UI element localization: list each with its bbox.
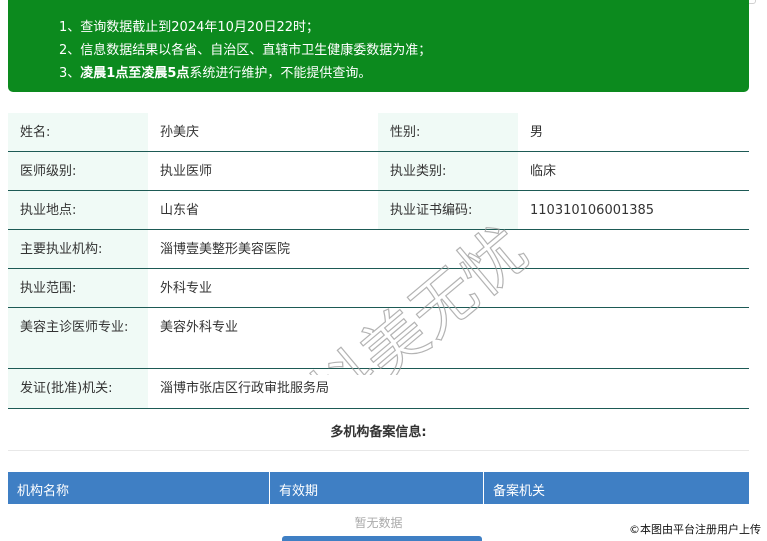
info-row-institution: 主要执业机构: 淄博壹美整形美容医院: [8, 230, 749, 269]
location-value: 山东省: [160, 203, 200, 218]
bottom-button[interactable]: [282, 536, 482, 541]
name-value: 孙美庆: [160, 125, 200, 140]
cosmetic-value: 美容外科专业: [160, 320, 239, 335]
multi-institution-title: 多机构备案信息:: [330, 425, 427, 440]
info-row-cosmetic: 美容主诊医师专业: 美容外科专业: [8, 308, 749, 369]
category-label: 执业类别:: [378, 152, 518, 190]
institution-value: 淄博壹美整形美容医院: [160, 242, 291, 257]
notice-banner: 1、查询数据截止到2024年10月20日22时； 2、信息数据结果以各省、自治区…: [8, 0, 749, 92]
copyright-notice: ©本图由平台注册用户上传: [627, 521, 763, 537]
cert-value: 110310106001385: [530, 203, 655, 218]
gender-label: 性别:: [378, 113, 518, 151]
issuer-value: 淄博市张店区行政审批服务局: [160, 381, 330, 396]
divider: [8, 450, 749, 451]
info-row-name: 姓名: 孙美庆 性别: 男: [8, 113, 749, 152]
multi-institution-table: 机构名称 有效期 备案机关 暂无数据: [8, 472, 749, 530]
level-label: 医师级别:: [8, 152, 148, 190]
scope-label: 执业范围:: [8, 269, 148, 307]
location-label: 执业地点:: [8, 191, 148, 229]
column-header-validity: 有效期: [270, 472, 484, 504]
info-row-level: 医师级别: 执业医师 执业类别: 临床: [8, 152, 749, 191]
category-value: 临床: [530, 164, 557, 179]
info-row-location: 执业地点: 山东省 执业证书编码: 110310106001385: [8, 191, 749, 230]
multi-table-header: 机构名称 有效期 备案机关: [8, 472, 749, 504]
column-header-authority: 备案机关: [493, 484, 546, 499]
doctor-info-table: 姓名: 孙美庆 性别: 男 医师级别: 执业医师 执业类别: 临床 执业地点: …: [8, 113, 749, 409]
notice-line-3-bold: 凌晨1点至凌晨5点: [80, 66, 190, 81]
name-label: 姓名:: [8, 113, 148, 151]
issuer-label: 发证(批准)机关:: [8, 369, 148, 408]
notice-line-2: 2、信息数据结果以各省、自治区、直辖市卫生健康委数据为准；: [59, 43, 432, 58]
cosmetic-label: 美容主诊医师专业:: [8, 308, 148, 368]
info-row-scope: 执业范围: 外科专业: [8, 269, 749, 308]
institution-label: 主要执业机构:: [8, 230, 148, 268]
info-row-issuer: 发证(批准)机关: 淄博市张店区行政审批服务局: [8, 369, 749, 409]
cert-label: 执业证书编码:: [378, 191, 518, 229]
notice-line-3: 3、凌晨1点至凌晨5点系统进行维护，不能提供查询。: [8, 62, 749, 85]
scope-value: 外科专业: [160, 281, 213, 296]
column-header-institution: 机构名称: [8, 472, 270, 504]
gender-value: 男: [530, 125, 544, 140]
notice-line-3-suffix: 系统进行维护，不能提供查询。: [189, 66, 372, 81]
level-value: 执业医师: [160, 164, 213, 179]
notice-line-3-prefix: 3、: [59, 66, 81, 81]
notice-line-1: 1、查询数据截止到2024年10月20日22时；: [59, 20, 319, 35]
